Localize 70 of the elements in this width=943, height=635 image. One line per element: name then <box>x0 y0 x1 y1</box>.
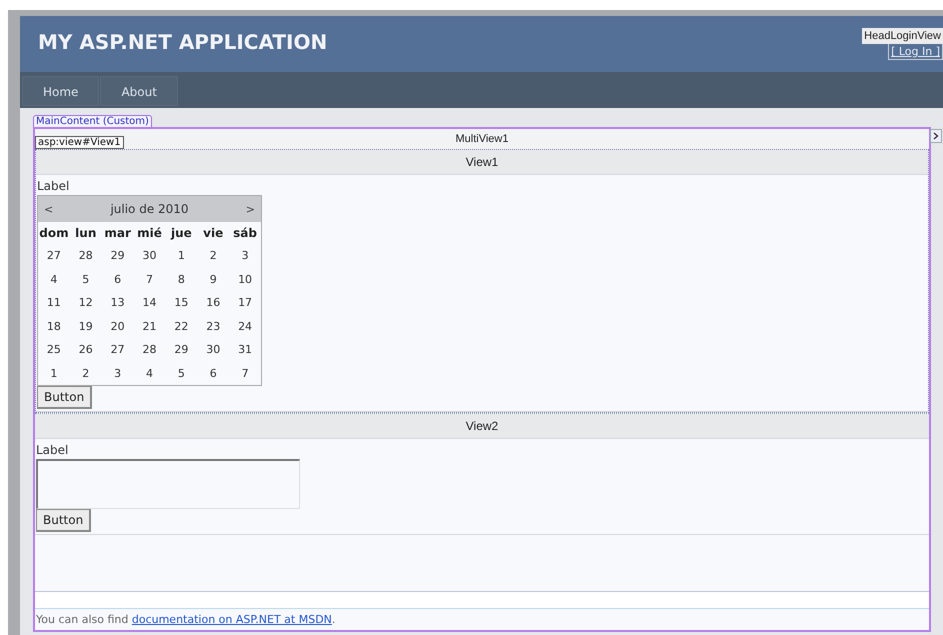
calendar-day[interactable]: 1 <box>38 362 70 385</box>
weekday-label: jue <box>170 225 193 242</box>
content-tag: MainContent (Custom) <box>33 115 152 127</box>
calendar-day[interactable]: 2 <box>197 244 230 268</box>
button[interactable]: Button <box>36 509 92 532</box>
footer-text: You can also find documentation on ASP.NET at MSDN. <box>35 612 336 628</box>
calendar-day[interactable]: 27 <box>38 244 70 268</box>
calendar-day[interactable]: 29 <box>102 244 134 268</box>
label-text: Label <box>37 179 70 193</box>
weekday-label: lun <box>74 225 98 242</box>
calendar-day[interactable]: 7 <box>229 362 261 385</box>
site-title: MY ASP.NET APPLICATION <box>38 30 328 54</box>
calendar-day[interactable]: 1 <box>165 244 198 268</box>
calendar-day[interactable]: 13 <box>102 291 134 314</box>
calendar-day[interactable]: 18 <box>38 314 70 338</box>
calendar-day[interactable]: 24 <box>229 314 261 338</box>
calendar-day[interactable]: 6 <box>102 268 134 291</box>
control-tag: HeadLoginView <box>862 28 943 44</box>
calendar-day[interactable]: 16 <box>197 291 230 314</box>
calendar-day[interactable]: 11 <box>38 291 70 314</box>
weekday-label: mié <box>136 225 163 242</box>
label-text: Label <box>36 443 68 457</box>
calendar-day[interactable]: 19 <box>70 314 102 338</box>
calendar-day[interactable]: 5 <box>70 268 102 291</box>
calendar-day[interactable]: 2 <box>70 362 102 385</box>
login-link[interactable]: [ Log In ] <box>888 44 943 60</box>
calendar-day[interactable]: 28 <box>134 338 166 362</box>
calendar-day[interactable]: 22 <box>165 314 198 338</box>
weekday-label: sáb <box>232 225 258 242</box>
view-header: View2 <box>35 414 929 439</box>
calendar-day[interactable]: 6 <box>197 362 230 385</box>
next-month-link[interactable]: > <box>246 202 255 216</box>
calendar-day[interactable]: 9 <box>197 268 230 291</box>
calendar-day[interactable]: 21 <box>134 314 166 338</box>
button[interactable]: Button <box>37 386 92 409</box>
documentation-link[interactable]: documentation on ASP.NET at MSDN <box>132 613 332 626</box>
calendar-day[interactable]: 3 <box>102 362 134 385</box>
calendar-day[interactable]: 7 <box>134 268 166 291</box>
nav-tab[interactable]: About <box>100 76 178 106</box>
weekday-label: vie <box>202 225 224 242</box>
calendar-day[interactable]: 23 <box>197 314 230 338</box>
calendar-day[interactable]: 10 <box>229 268 261 291</box>
chevron-icon[interactable] <box>930 129 942 143</box>
calendar-day[interactable]: 29 <box>165 338 198 362</box>
control-tag: asp:view#View1 <box>35 136 124 149</box>
text-area[interactable] <box>36 459 300 509</box>
weekday-label: mar <box>103 225 132 242</box>
calendar-day[interactable]: 8 <box>165 268 198 291</box>
calendar-day[interactable]: 30 <box>197 338 230 362</box>
calendar-day[interactable]: 4 <box>134 362 166 385</box>
calendar-day[interactable]: 20 <box>102 314 134 338</box>
calendar-day[interactable]: 17 <box>229 291 261 314</box>
calendar-day[interactable]: 28 <box>70 244 102 268</box>
calendar-day[interactable]: 5 <box>165 362 198 385</box>
calendar-day[interactable]: 25 <box>38 338 70 362</box>
view-header: View1 <box>36 150 928 175</box>
calendar-day[interactable]: 26 <box>70 338 102 362</box>
calendar-day[interactable]: 27 <box>102 338 134 362</box>
calendar-day[interactable]: 14 <box>134 291 166 314</box>
nav-tab[interactable]: Home <box>22 76 100 106</box>
calendar-day[interactable]: 3 <box>229 244 261 268</box>
calendar-day[interactable]: 4 <box>38 268 70 291</box>
prev-month-link[interactable]: < <box>44 202 54 216</box>
month-title: julio de 2010 <box>110 202 189 216</box>
calendar-day[interactable]: 12 <box>70 291 102 314</box>
weekday-label: dom <box>38 225 70 242</box>
calendar-day[interactable]: 15 <box>165 291 198 314</box>
multiview-title: MultiView1 <box>456 133 508 145</box>
calendar-day[interactable]: 30 <box>134 244 166 268</box>
calendar-day[interactable]: 31 <box>229 338 261 362</box>
